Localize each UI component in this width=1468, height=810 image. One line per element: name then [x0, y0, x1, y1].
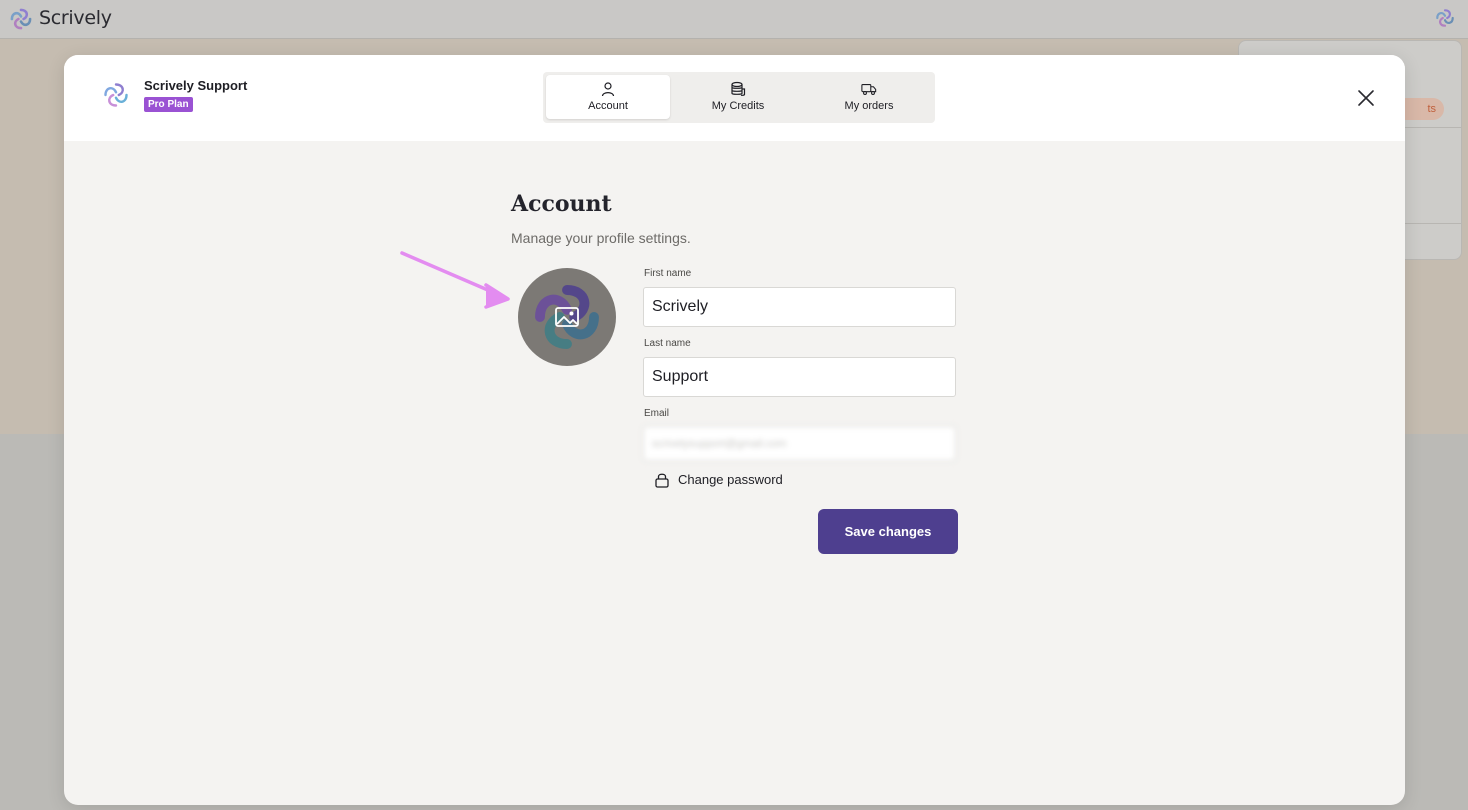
page-subtitle: Manage your profile settings.: [511, 230, 691, 246]
app-name: Scrively: [39, 7, 112, 29]
scrively-logo-icon[interactable]: [1434, 7, 1456, 29]
tab-account[interactable]: Account: [546, 75, 670, 119]
image-icon: [555, 307, 579, 327]
email-field[interactable]: [643, 426, 956, 461]
scrively-logo-icon[interactable]: [8, 6, 34, 32]
annotation-arrow-icon: [400, 251, 510, 309]
tab-my-orders[interactable]: My orders: [807, 75, 931, 119]
settings-tabs: Account My Credits My orders: [543, 72, 935, 123]
user-icon: [601, 82, 615, 97]
user-avatar-logo-icon: [104, 83, 128, 107]
first-name-label: First name: [644, 268, 692, 279]
modal-header: Scrively Support Pro Plan Account My Cre…: [64, 55, 1405, 141]
plan-badge: Pro Plan: [144, 97, 193, 112]
tab-my-credits-label: My Credits: [711, 100, 765, 112]
coins-icon: [731, 81, 746, 96]
first-name-field[interactable]: [643, 287, 956, 327]
truck-icon: [861, 84, 877, 95]
app-header: Scrively: [0, 0, 1468, 39]
lock-icon: [655, 473, 669, 488]
last-name-label: Last name: [644, 338, 691, 349]
email-label: Email: [644, 408, 670, 419]
change-password-label: Change password: [678, 472, 783, 487]
tab-account-label: Account: [588, 100, 628, 112]
last-name-field[interactable]: [643, 357, 956, 397]
save-changes-button[interactable]: Save changes: [818, 509, 958, 554]
account-modal: Scrively Support Pro Plan Account My Cre…: [64, 55, 1405, 805]
page-title: Account: [511, 191, 612, 217]
tab-my-orders-label: My orders: [844, 100, 894, 112]
user-name: Scrively Support: [144, 78, 248, 93]
avatar-upload[interactable]: [518, 268, 616, 366]
tab-my-credits[interactable]: My Credits: [676, 75, 800, 119]
close-icon[interactable]: [1354, 86, 1378, 110]
